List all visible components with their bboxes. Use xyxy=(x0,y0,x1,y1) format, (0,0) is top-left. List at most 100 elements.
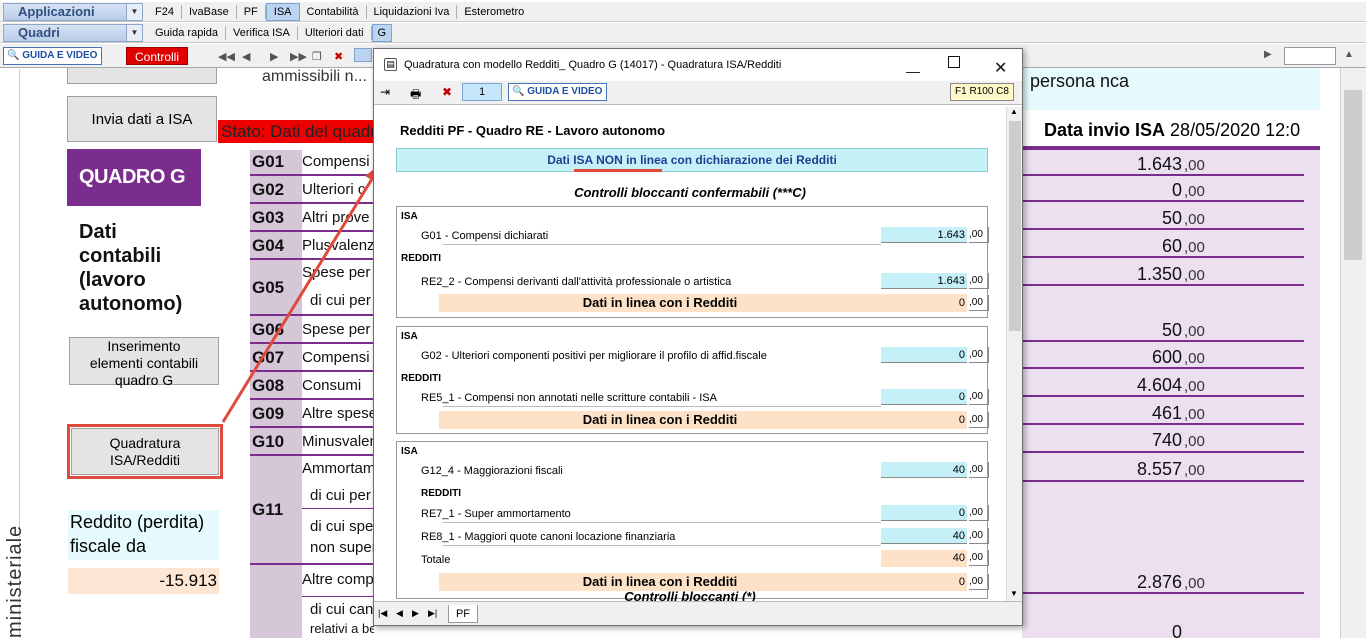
label-g11-sub3: non super xyxy=(310,539,374,556)
quadri-dropdown[interactable]: Quadri ▼ xyxy=(3,24,143,42)
menu-g[interactable]: G xyxy=(371,24,393,42)
re2-dec: ,00 xyxy=(969,273,989,289)
re8-label: RE8_1 - Maggiori quote canoni locazione … xyxy=(421,531,676,543)
quadratura-dialog: ▤ Quadratura con modello Redditi_ Quadro… xyxy=(373,48,1023,626)
dialog-heading: Redditi PF - Quadro RE - Lavoro autonomo xyxy=(400,123,666,138)
dec-g07: ,00 xyxy=(1184,350,1205,367)
g12-value: 40 xyxy=(881,462,967,478)
search-icon: 🔍 xyxy=(7,50,20,61)
chevron-down-icon[interactable]: ▼ xyxy=(126,25,142,41)
quadratura-isa-redditi-button[interactable]: Quadratura ISA/Redditi xyxy=(71,428,219,475)
value-underline xyxy=(1022,423,1304,425)
maximize-icon[interactable] xyxy=(948,56,960,68)
banner-underline xyxy=(574,169,662,172)
row-underline xyxy=(443,406,881,407)
menu-contabilita[interactable]: Contabilità xyxy=(300,5,367,19)
page-field[interactable] xyxy=(354,48,372,62)
controlli-button[interactable]: Controlli xyxy=(126,47,188,65)
exit-icon[interactable]: ⇥ xyxy=(380,85,390,99)
g01-dec: ,00 xyxy=(969,227,989,243)
value-g07: 600 xyxy=(1151,347,1182,367)
menu-esterometro[interactable]: Esterometro xyxy=(457,5,531,19)
dec-g10: ,00 xyxy=(1184,433,1205,450)
menu-ivabase[interactable]: IvaBase xyxy=(182,5,237,19)
page-number-field[interactable]: 1 xyxy=(462,83,502,101)
inserimento-elementi-button[interactable]: Inserimento elementi contabili quadro G xyxy=(69,337,219,388)
label-g11-sub1: di cui per xyxy=(310,487,371,504)
next-sheet-icon[interactable]: ▶ xyxy=(412,608,419,619)
first-record-icon[interactable]: ◀◀ xyxy=(218,50,235,63)
row-divider xyxy=(302,596,374,597)
value-g06: 50 xyxy=(1161,320,1182,340)
value-g08: 4.604 xyxy=(1136,375,1182,395)
first-sheet-icon[interactable]: |◀ xyxy=(378,608,387,619)
scroll-up-icon[interactable]: ▲ xyxy=(1010,107,1018,116)
value-underline xyxy=(1022,256,1304,258)
value-altre-comp: 2.876 xyxy=(1136,572,1182,592)
value-underline xyxy=(1022,480,1304,482)
controls-subheading: Controlli bloccanti confermabili (***C) xyxy=(574,185,806,200)
delete-icon[interactable]: ✖ xyxy=(442,85,452,99)
menu-f24[interactable]: F24 xyxy=(148,5,182,19)
chevron-down-icon[interactable]: ▼ xyxy=(126,4,142,20)
data-invio-row: Data invio ISA 28/05/2020 12:0 xyxy=(1022,116,1320,144)
dialog-scroll-thumb[interactable] xyxy=(1009,121,1021,331)
label-g10: Minusvalenze xyxy=(302,433,374,450)
menu-ulteriori-dati[interactable]: Ulteriori dati xyxy=(298,26,372,40)
label-di-cui-can: di cui can xyxy=(310,601,374,618)
diff-value: 0 xyxy=(881,411,967,429)
reddito-line: Reddito (perdita) xyxy=(70,512,205,532)
menu-isa[interactable]: ISA xyxy=(265,3,300,21)
btn-line: elementi contabili xyxy=(89,355,199,371)
menu-liquidazioni-iva[interactable]: Liquidazioni Iva xyxy=(367,5,458,19)
prev-sheet-icon[interactable]: ◀ xyxy=(396,608,403,619)
print-icon[interactable]: 🖶 xyxy=(410,85,421,106)
totale-value: 40 xyxy=(881,550,967,567)
scroll-down-icon[interactable]: ▼ xyxy=(1010,589,1018,598)
dec-g09: ,00 xyxy=(1184,406,1205,423)
tab-pf[interactable]: PF xyxy=(448,605,478,623)
delete-icon[interactable]: ✖ xyxy=(334,50,343,63)
nav-right-icon[interactable]: ▶ xyxy=(1264,49,1272,60)
value-g01: 1.643 xyxy=(1136,154,1182,174)
row-underline xyxy=(443,522,881,523)
row-underline xyxy=(443,545,881,546)
quadro-g-title: QUADRO G xyxy=(67,149,201,206)
dialog-body: Redditi PF - Quadro RE - Lavoro autonomo… xyxy=(374,107,1006,601)
main-scroll-thumb[interactable] xyxy=(1344,90,1362,260)
section-compensi: ISA G01 - Compensi dichiarati 1.643 ,00 … xyxy=(396,206,989,318)
nav-end-icon[interactable]: ▲ xyxy=(1344,49,1354,60)
label-altre-comp: Altre comp xyxy=(302,571,374,588)
last-record-icon[interactable]: ▶▶ xyxy=(290,50,307,63)
re7-dec: ,00 xyxy=(969,505,989,521)
re2-value: 1.643 xyxy=(881,273,967,289)
dati-contabili-title: Dati contabili (lavoro autonomo) xyxy=(79,220,182,316)
next-record-icon[interactable]: ▶ xyxy=(270,50,278,63)
last-sheet-icon[interactable]: ▶| xyxy=(428,608,437,619)
re5-label: RE5_1 - Compensi non annotati nelle scri… xyxy=(421,392,717,404)
code-g10: G10 xyxy=(252,432,285,451)
menu-verifica-isa[interactable]: Verifica ISA xyxy=(226,26,298,40)
dec-g02: ,00 xyxy=(1184,183,1205,200)
applicazioni-dropdown[interactable]: Applicazioni ▼ xyxy=(3,3,143,21)
guida-video-button[interactable]: 🔍 GUIDA E VIDEO xyxy=(3,47,103,65)
redditi-label: REDDITI xyxy=(401,373,441,384)
dialog-scrollbar[interactable]: ▲ ▼ xyxy=(1006,107,1022,601)
in-linea-label: Dati in linea con i Redditi xyxy=(439,294,881,312)
dialog-guida-video-button[interactable]: 🔍 GUIDA E VIDEO xyxy=(508,83,608,101)
diff-dec: ,00 xyxy=(969,295,989,311)
menu-pf[interactable]: PF xyxy=(237,5,266,19)
invia-dati-isa-button[interactable]: Invia dati a ISA xyxy=(67,96,217,142)
redditi-label: REDDITI xyxy=(401,253,441,264)
zoom-field[interactable] xyxy=(1284,47,1336,65)
copy-icon[interactable]: ❐ xyxy=(312,50,322,63)
totale-dec: ,00 xyxy=(969,550,989,566)
top-button-partial[interactable] xyxy=(67,68,217,84)
top-strip-text: ammissibili n... xyxy=(262,68,367,85)
dialog-title: Quadratura con modello Redditi_ Quadro G… xyxy=(404,59,782,71)
prev-record-icon[interactable]: ◀ xyxy=(242,50,250,63)
re5-dec: ,00 xyxy=(969,389,989,405)
value-underline xyxy=(1022,367,1304,369)
row-underline xyxy=(443,244,881,245)
menu-guida-rapida[interactable]: Guida rapida xyxy=(148,26,226,40)
